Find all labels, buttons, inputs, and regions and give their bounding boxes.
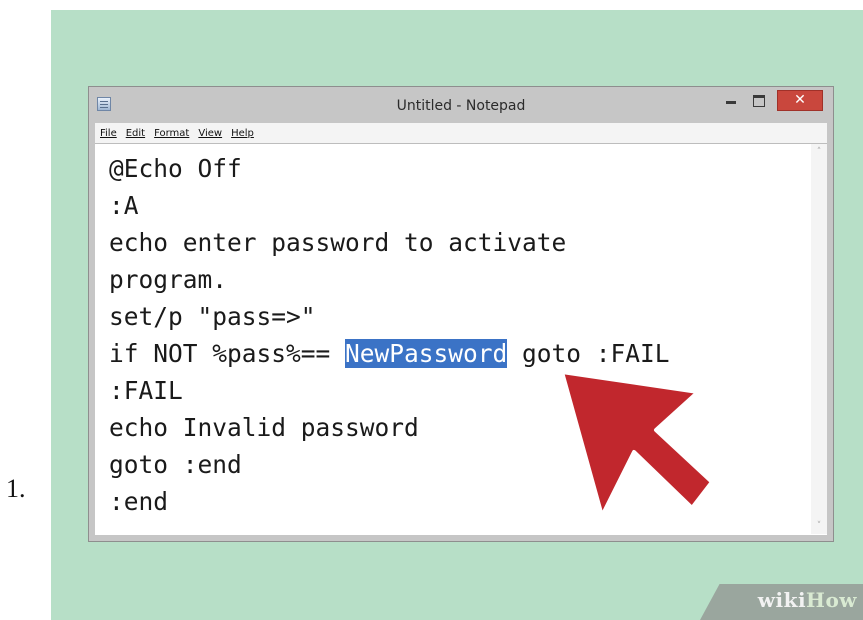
selected-password-text[interactable]: NewPassword	[345, 339, 508, 368]
close-button[interactable]: ✕	[777, 90, 823, 111]
code-line: program.	[109, 265, 228, 294]
code-if-before: if NOT %pass%==	[109, 339, 346, 368]
minimize-button[interactable]	[717, 90, 745, 111]
code-line: @Echo Off	[109, 154, 242, 183]
vertical-scrollbar[interactable]: ˄ ˅	[811, 144, 827, 534]
menu-view[interactable]: View	[198, 128, 222, 139]
wikihow-logo: wikiHow	[757, 588, 857, 612]
menu-edit[interactable]: Edit	[126, 128, 145, 139]
list-number: 1.	[6, 474, 26, 503]
red-arrow-pointer-icon	[560, 370, 714, 518]
menu-help[interactable]: Help	[231, 128, 254, 139]
maximize-button[interactable]	[745, 90, 773, 111]
notepad-window: Untitled - Notepad ✕ File Edit Format Vi…	[88, 86, 834, 542]
title-bar[interactable]: Untitled - Notepad ✕	[89, 87, 833, 123]
watermark-banner: wikiHow	[700, 584, 863, 620]
scroll-down-icon[interactable]: ˅	[811, 518, 827, 534]
menu-file[interactable]: File	[100, 128, 117, 139]
code-line: :A	[109, 191, 139, 220]
code-line: echo enter password to activate	[109, 228, 567, 257]
menu-bar: File Edit Format View Help	[95, 123, 827, 143]
scroll-up-icon[interactable]: ˄	[811, 144, 827, 160]
menu-format[interactable]: Format	[154, 128, 189, 139]
code-line: set/p "pass=>"	[109, 302, 316, 331]
